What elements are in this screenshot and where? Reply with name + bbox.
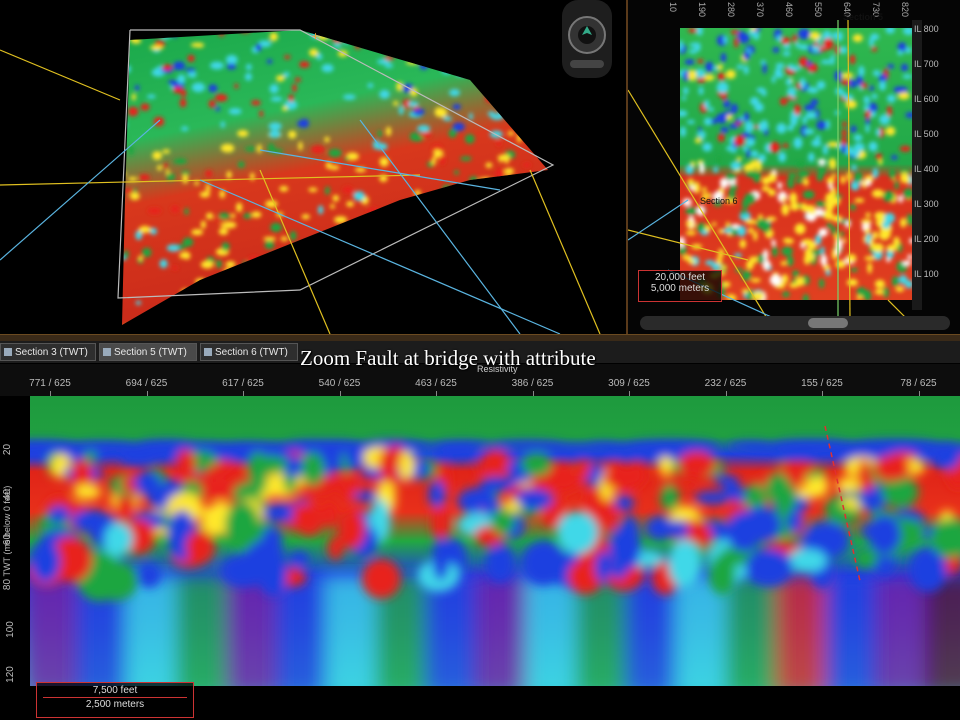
map-horizontal-scrollbar[interactable]: [640, 316, 950, 330]
seismic-section[interactable]: [30, 396, 960, 686]
section-tab-icon: [4, 348, 12, 356]
inline-label: IL 700: [914, 59, 939, 69]
trace-tick-label: 78 / 625: [900, 378, 937, 389]
map-top-tick: 460: [784, 2, 794, 18]
map-scale-bar: 20,000 feet 5,000 meters: [638, 270, 722, 302]
inline-label: IL 300: [914, 199, 939, 209]
twt-tick-label: 100: [4, 621, 16, 638]
section-tab-icon: [103, 348, 111, 356]
inline-label: IL 100: [914, 269, 939, 279]
scale-feet-label: 7,500 feet: [92, 685, 138, 696]
twt-axis: TWT (ms below 0 feet) 20 40 60 80 100 120: [0, 396, 30, 720]
twt-tick-label: 60: [2, 533, 14, 546]
trace-tick-label: 386 / 625: [511, 378, 554, 389]
tab-label: Section 3 (TWT): [15, 347, 88, 358]
map-section-label: Section 5: [843, 12, 884, 22]
trace-tick-label: 617 / 625: [222, 378, 264, 389]
trace-tick-label: 694 / 625: [125, 378, 168, 389]
tab-label: Section 5 (TWT): [114, 347, 187, 358]
twt-tick-label: 80: [2, 578, 14, 591]
inline-label: IL 400: [914, 164, 939, 174]
map-top-tick: 550: [813, 2, 823, 18]
tab-section-5[interactable]: Section 5 (TWT): [99, 343, 197, 361]
trace-tick-label: 309 / 625: [608, 378, 650, 389]
scale-meters-label: 2,500 meters: [85, 699, 145, 710]
twt-tick-label: 20: [2, 443, 14, 456]
section-scale-bar: 7,500 feet 2,500 meters: [36, 682, 194, 718]
map-section-label: Section 6: [700, 196, 738, 206]
3d-view-panel[interactable]: +: [0, 0, 622, 334]
tab-section-6[interactable]: Section 6 (TWT): [200, 343, 298, 361]
map-top-tick: 820: [900, 2, 910, 18]
map-top-ruler: 10 190 280 370 460 550 640 730 820: [628, 0, 960, 20]
panel-splitter[interactable]: [0, 334, 960, 341]
compass-navigator-icon[interactable]: [556, 0, 618, 80]
cursor-marker-icon: +: [312, 29, 319, 43]
twt-tick-label: 120: [4, 666, 16, 683]
page-title: Zoom Fault at bridge with attribute: [300, 346, 596, 370]
map-view-panel[interactable]: 10 190 280 370 460 550 640 730 820 Section 5 Sec…: [626, 0, 960, 334]
tab-section-3[interactable]: Section 3 (TWT): [0, 343, 96, 361]
inline-label: IL 500: [914, 129, 939, 139]
inline-label: IL 800: [914, 24, 939, 34]
inline-labels: IL 800 IL 700 IL 600 IL 500 IL 400 IL 300 IL 2…: [914, 0, 960, 334]
trace-tick-label: 155 / 625: [801, 378, 843, 389]
trace-tick-label: 463 / 625: [415, 378, 457, 389]
scale-feet-label: 20,000 feet: [654, 272, 706, 283]
map-top-tick: 10: [668, 2, 678, 13]
map-top-tick: 190: [697, 2, 707, 18]
map-top-tick: 370: [755, 2, 765, 18]
scale-meters-label: 5,000 meters: [650, 283, 710, 294]
trace-tick-label: 771 / 625: [29, 378, 71, 389]
map-top-tick: 280: [726, 2, 736, 18]
trace-tick-label: 540 / 625: [318, 378, 361, 389]
trace-tick-label: 232 / 625: [704, 378, 747, 389]
twt-tick-label: 40: [2, 488, 14, 501]
section-tab-icon: [204, 348, 212, 356]
inline-label: IL 600: [914, 94, 939, 104]
scrollbar-thumb[interactable]: [808, 318, 848, 328]
tab-label: Section 6 (TWT): [215, 347, 288, 358]
inline-label: IL 200: [914, 234, 939, 244]
